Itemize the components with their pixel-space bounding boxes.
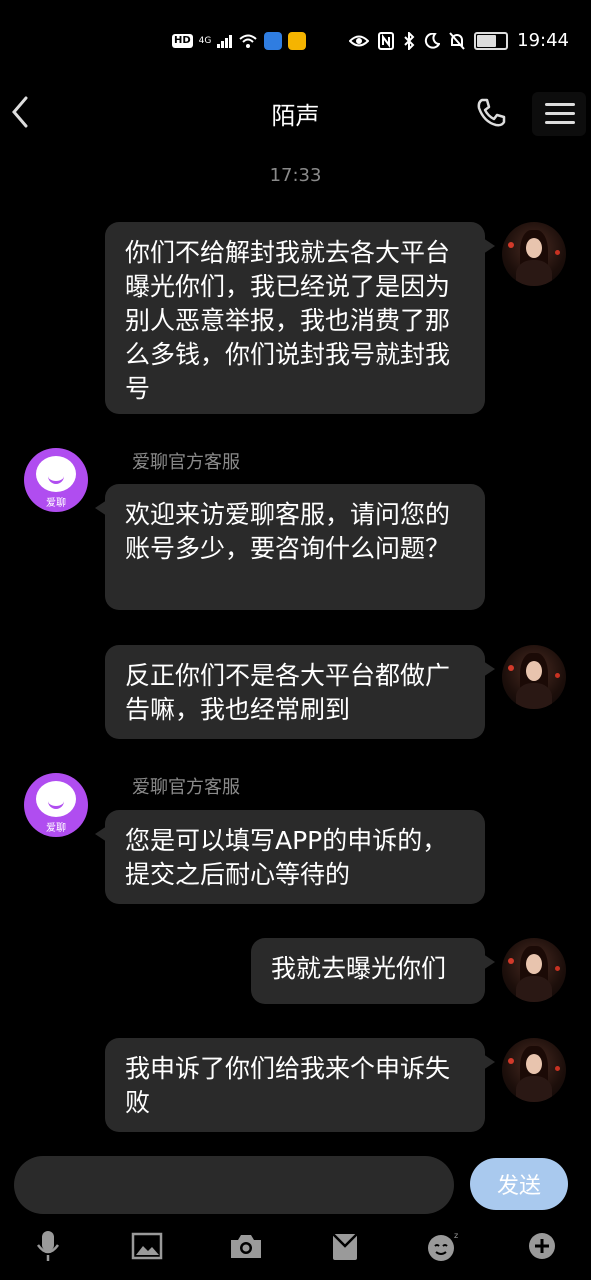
nav-bar: 陌声 [0,88,591,138]
bell-muted-icon [449,31,465,50]
signal-icon [217,34,233,48]
home-app-icon [264,32,283,50]
user-avatar[interactable] [502,1038,566,1102]
hd-badge: HD [172,34,193,48]
user-avatar[interactable] [502,938,566,1002]
gift-icon[interactable] [327,1228,363,1264]
wifi-icon [239,34,258,48]
support-avatar-label: 爱聊 [46,498,66,509]
image-icon[interactable] [129,1228,165,1264]
status-left: HD 4G [172,32,307,50]
message-bubble-outgoing[interactable]: 你们不给解封我就去各大平台曝光你们，我已经说了是因为别人恶意举报，我也消费了那么… [105,222,495,414]
message-input[interactable] [14,1156,454,1214]
phone-icon[interactable] [474,96,508,130]
status-right: 19:44 [349,30,569,51]
message-bubble-incoming[interactable]: 您是可以填写APP的申诉的，提交之后耐心等待的 [95,810,485,904]
nfc-icon [378,31,395,50]
moon-icon [424,32,441,49]
input-bar: 发送 [0,1150,591,1220]
support-avatar[interactable]: 爱聊 [24,448,88,512]
bluetooth-icon [404,31,415,50]
eye-icon [349,35,370,46]
menu-icon[interactable] [532,92,586,136]
message-bubble-outgoing[interactable]: 反正你们不是各大平台都做广告嘛，我也经常刷到 [105,645,495,739]
camera-icon[interactable] [228,1228,264,1264]
status-time: 19:44 [517,30,569,51]
message-bubble-outgoing[interactable]: 我就去曝光你们 [251,938,495,1004]
battery-icon [474,31,509,50]
user-avatar[interactable] [502,222,566,286]
message-bubble-incoming[interactable]: 欢迎来访爱聊客服，请问您的账号多少，要咨询什么问题？ [95,484,485,610]
svg-text:z: z [454,1231,458,1240]
user-avatar[interactable] [502,645,566,709]
sender-name: 爱聊官方客服 [132,452,240,473]
microphone-icon[interactable] [30,1228,66,1264]
support-avatar[interactable]: 爱聊 [24,773,88,837]
network-type: 4G [198,35,212,46]
status-bar: HD 4G 19:44 [0,0,591,88]
emoji-icon[interactable]: z [426,1228,462,1264]
message-bubble-outgoing[interactable]: 我申诉了你们给我来个申诉失败 [105,1038,495,1132]
toolbar: z [0,1222,591,1272]
support-avatar-label: 爱聊 [46,823,66,834]
sender-name: 爱聊官方客服 [132,777,240,798]
send-button[interactable]: 发送 [470,1158,568,1210]
weibo-icon [288,32,307,50]
plus-icon[interactable] [524,1228,560,1264]
chat-timestamp: 17:33 [269,165,322,186]
